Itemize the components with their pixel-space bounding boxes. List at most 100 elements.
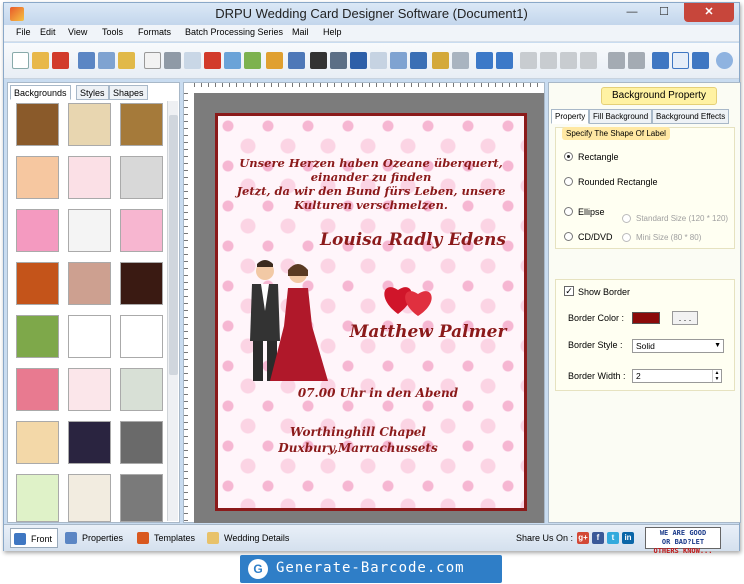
border-color-swatch[interactable] (632, 312, 660, 324)
delete-icon[interactable] (580, 52, 597, 69)
card-verse[interactable]: Unsere Herzen haben Ozeane überquert, ei… (218, 156, 524, 212)
groom-name[interactable]: Matthew Palmer (338, 322, 518, 342)
line-icon[interactable] (410, 52, 427, 69)
background-thumbnail[interactable] (16, 474, 59, 522)
background-thumbnail[interactable] (16, 209, 59, 252)
wordart-icon[interactable] (288, 52, 305, 69)
event-time[interactable]: 07.00 Uhr in den Abend (278, 386, 478, 400)
image-icon[interactable] (244, 52, 261, 69)
actual-size-icon[interactable] (672, 52, 689, 69)
menu-view[interactable]: View (68, 27, 87, 37)
database-icon[interactable] (432, 52, 449, 69)
print-icon[interactable] (164, 52, 181, 69)
background-thumbnail[interactable] (16, 368, 59, 411)
cd-dvd-radio[interactable] (564, 232, 573, 241)
properties-button[interactable]: Properties (62, 528, 130, 548)
text-icon[interactable] (350, 52, 367, 69)
background-thumbnail[interactable] (68, 209, 111, 252)
tab-fill-background[interactable]: Fill Background (589, 109, 653, 124)
mini-size-radio[interactable] (622, 233, 631, 242)
batch-icon[interactable] (452, 52, 469, 69)
barcode-icon[interactable] (310, 52, 327, 69)
tab-shapes[interactable]: Shapes (109, 85, 148, 100)
save-as-icon[interactable] (98, 52, 115, 69)
tab-background-effects[interactable]: Background Effects (652, 109, 730, 124)
menu-batch-processing[interactable]: Batch Processing Series (185, 27, 283, 37)
wedding-details-button[interactable]: Wedding Details (204, 528, 298, 548)
templates-button[interactable]: Templates (134, 528, 200, 548)
close-button[interactable]: ✕ (684, 3, 734, 22)
google-plus-icon[interactable]: g+ (577, 532, 589, 544)
menu-formats[interactable]: Formats (138, 27, 171, 37)
menu-file[interactable]: File (16, 27, 31, 37)
redo-icon[interactable] (496, 52, 513, 69)
background-thumbnail[interactable] (68, 262, 111, 305)
background-thumbnail[interactable] (68, 315, 111, 358)
standard-size-radio[interactable] (622, 214, 631, 223)
rectangle-radio[interactable] (564, 152, 573, 161)
background-thumbnail[interactable] (68, 368, 111, 411)
background-thumbnail[interactable] (16, 421, 59, 464)
background-thumbnail[interactable] (16, 315, 59, 358)
background-thumbnail[interactable] (120, 156, 163, 199)
border-width-stepper[interactable]: 2 ▲ ▼ (632, 369, 722, 383)
thumbnails-scrollbar[interactable] (167, 101, 178, 521)
bring-front-icon[interactable] (608, 52, 625, 69)
background-thumbnail[interactable] (120, 209, 163, 252)
gift-icon[interactable] (204, 52, 221, 69)
background-thumbnail[interactable] (16, 156, 59, 199)
facebook-icon[interactable]: f (592, 532, 604, 544)
copy-icon[interactable] (540, 52, 557, 69)
send-back-icon[interactable] (628, 52, 645, 69)
maximize-button[interactable]: ☐ (650, 3, 678, 22)
brand-banner[interactable]: G Generate-Barcode.com (240, 555, 502, 583)
show-border-checkbox[interactable]: ✓ (564, 286, 574, 296)
paste-icon[interactable] (560, 52, 577, 69)
background-thumbnail[interactable] (16, 262, 59, 305)
background-thumbnail[interactable] (120, 421, 163, 464)
couple-illustration[interactable] (240, 256, 330, 386)
hearts-icon[interactable] (380, 278, 438, 318)
background-thumbnail[interactable] (120, 103, 163, 146)
stepper-arrows-icon[interactable]: ▲ ▼ (712, 370, 721, 382)
feedback-banner[interactable]: WE ARE GOOD OR BAD?LET OTHERS KNOW... (645, 527, 721, 555)
border-style-select[interactable]: Solid ▼ (632, 339, 724, 353)
menu-mail[interactable]: Mail (292, 27, 309, 37)
background-thumbnail[interactable] (120, 262, 163, 305)
rounded-rectangle-radio[interactable] (564, 177, 573, 186)
background-thumbnail[interactable] (68, 474, 111, 522)
save-icon[interactable] (78, 52, 95, 69)
page-setup-icon[interactable] (144, 52, 161, 69)
menu-help[interactable]: Help (323, 27, 342, 37)
picture-icon[interactable] (224, 52, 241, 69)
bride-name[interactable]: Louisa Radly Edens (313, 230, 513, 250)
signature-icon[interactable] (330, 52, 347, 69)
new-icon[interactable] (12, 52, 29, 69)
close-document-icon[interactable] (52, 52, 69, 69)
symbol-icon[interactable] (370, 52, 387, 69)
front-button[interactable]: Front (10, 528, 58, 548)
menu-tools[interactable]: Tools (102, 27, 123, 37)
minimize-button[interactable]: — (618, 3, 646, 22)
background-thumbnail[interactable] (68, 103, 111, 146)
export-icon[interactable] (118, 52, 135, 69)
print-preview-icon[interactable] (184, 52, 201, 69)
background-thumbnail[interactable] (16, 103, 59, 146)
mail-icon[interactable] (390, 52, 407, 69)
open-icon[interactable] (32, 52, 49, 69)
tab-styles[interactable]: Styles (76, 85, 109, 100)
background-thumbnail[interactable] (120, 474, 163, 522)
background-thumbnail[interactable] (68, 421, 111, 464)
cut-icon[interactable] (520, 52, 537, 69)
fit-window-icon[interactable] (692, 52, 709, 69)
tab-backgrounds[interactable]: Backgrounds (10, 85, 71, 100)
background-thumbnail[interactable] (120, 315, 163, 358)
wedding-card[interactable]: Unsere Herzen haben Ozeane überquert, ei… (215, 113, 527, 511)
twitter-icon[interactable]: t (607, 532, 619, 544)
linkedin-icon[interactable]: in (622, 532, 634, 544)
tab-property[interactable]: Property (551, 109, 590, 124)
event-venue[interactable]: Worthinghill Chapel Duxbury,Marrachusset… (258, 424, 458, 456)
grid-icon[interactable] (652, 52, 669, 69)
shape-icon[interactable] (266, 52, 283, 69)
background-thumbnail[interactable] (68, 156, 111, 199)
